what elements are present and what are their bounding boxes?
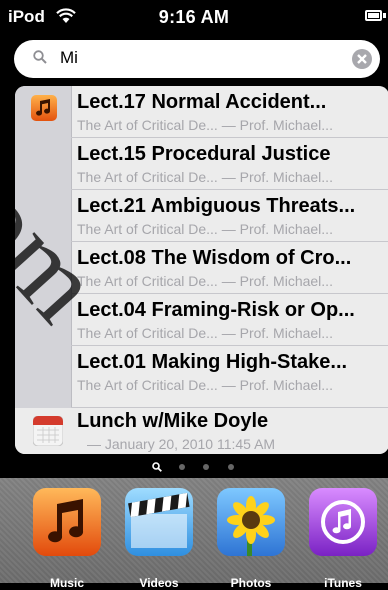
result-row[interactable]: Lect.01 Making High-Stake... The Art of … <box>71 346 388 408</box>
music-icon <box>33 488 101 556</box>
search-bar[interactable] <box>14 40 380 78</box>
status-bar: iPod 9:16 AM <box>0 0 388 32</box>
dock-item-photos[interactable]: Photos <box>214 488 288 590</box>
status-time: 9:16 AM <box>158 7 230 27</box>
page-dot <box>178 463 185 470</box>
result-subtitle: The Art of Critical De... — Prof. Michae… <box>77 273 333 289</box>
result-title: Lect.04 Framing-Risk or Op... <box>77 299 355 321</box>
calendar-app-icon <box>33 416 63 446</box>
search-input[interactable] <box>60 48 340 68</box>
videos-icon <box>125 488 193 556</box>
result-subtitle: The Art of Critical De... — Prof. Michae… <box>77 117 333 133</box>
result-title: Lect.17 Normal Accident... <box>77 91 327 113</box>
battery-nub <box>383 13 386 18</box>
page-indicator[interactable] <box>0 458 388 474</box>
music-app-icon <box>31 95 57 121</box>
calendar-result-title: Lunch w/Mike Doyle <box>77 410 269 432</box>
music-section-column <box>15 86 72 408</box>
result-row[interactable]: Lect.08 The Wisdom of Cro... The Art of … <box>71 242 388 294</box>
battery-icon <box>365 10 382 21</box>
calendar-result-row[interactable]: Lunch w/Mike Doyle — January 20, 2010 11… <box>15 408 388 454</box>
result-title: Lect.01 Making High-Stake... <box>77 351 348 373</box>
dock-label-videos: Videos <box>139 576 179 590</box>
search-results: Lect.17 Normal Accident... The Art of Cr… <box>15 86 388 454</box>
dock: Music Videos Photos iTunes <box>0 478 388 590</box>
photos-icon <box>217 488 285 556</box>
result-subtitle: The Art of Critical De... — Prof. Michae… <box>77 325 333 341</box>
dock-item-itunes[interactable]: iTunes <box>306 488 380 590</box>
spotlight-page-icon <box>152 461 163 472</box>
calendar-result-subtitle: — January 20, 2010 11:45 AM <box>87 436 276 452</box>
result-row[interactable]: Lect.04 Framing-Risk or Op... The Art of… <box>71 294 388 346</box>
search-icon <box>33 50 47 64</box>
result-title: Lect.21 Ambiguous Threats... <box>77 195 356 217</box>
result-row[interactable]: Lect.15 Procedural Justice The Art of Cr… <box>71 138 388 190</box>
dock-label-itunes: iTunes <box>324 576 362 590</box>
dock-label-music: Music <box>49 576 84 590</box>
dock-item-music[interactable]: Music <box>30 488 104 590</box>
result-title: Lect.15 Procedural Justice <box>77 143 331 165</box>
itunes-icon <box>309 488 377 556</box>
page-dot <box>203 463 210 470</box>
result-row[interactable]: Lect.21 Ambiguous Threats... The Art of … <box>71 190 388 242</box>
result-subtitle: The Art of Critical De... — Prof. Michae… <box>77 169 333 185</box>
dock-item-videos[interactable]: Videos <box>122 488 196 590</box>
dock-label-photos: Photos <box>230 576 272 590</box>
result-subtitle: The Art of Critical De... — Prof. Michae… <box>77 377 333 393</box>
page-dot <box>227 463 234 470</box>
result-title: Lect.08 The Wisdom of Cro... <box>77 247 352 269</box>
clear-search-icon[interactable] <box>352 49 372 69</box>
result-row[interactable]: Lect.17 Normal Accident... The Art of Cr… <box>71 86 388 138</box>
result-subtitle: The Art of Critical De... — Prof. Michae… <box>77 221 333 237</box>
